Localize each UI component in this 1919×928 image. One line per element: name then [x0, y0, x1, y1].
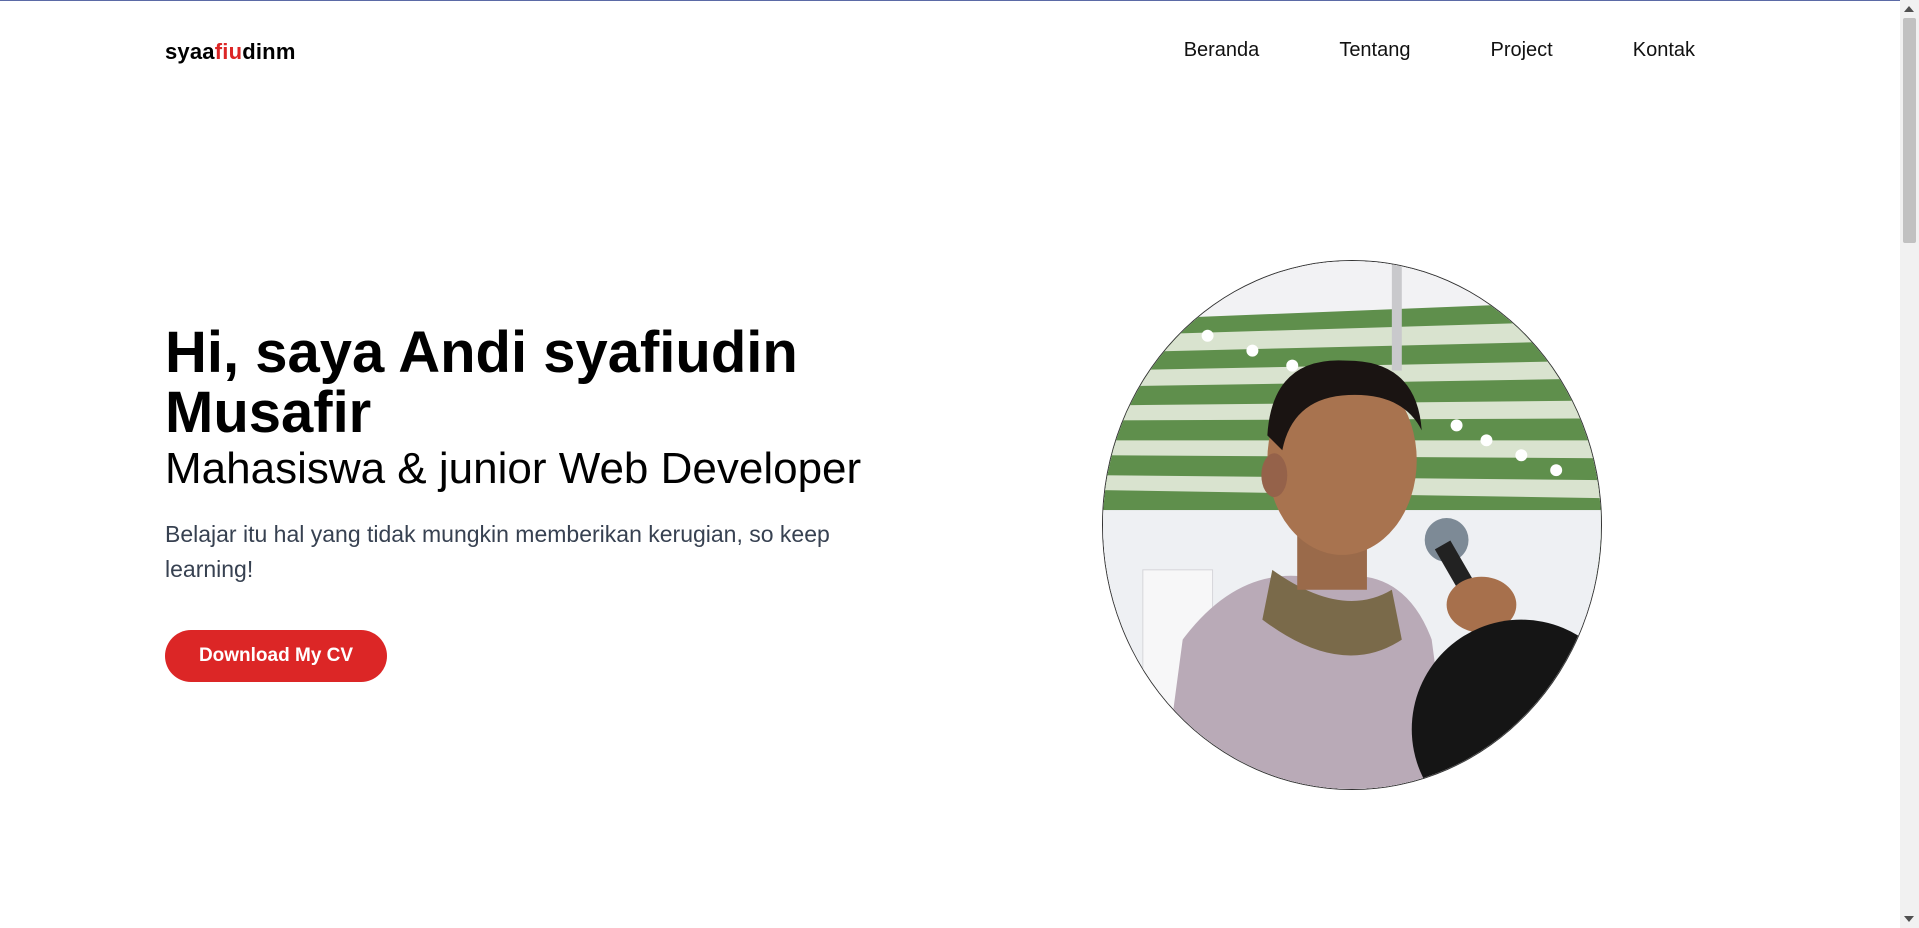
brand-text-part1: syaa	[165, 39, 215, 64]
hero-section: Hi, saya Andi syafiudin Musafir Mahasisw…	[165, 323, 925, 682]
hero-subtitle: Mahasiswa & junior Web Developer	[165, 444, 862, 493]
hero-title: Hi, saya Andi syafiudin Musafir	[165, 320, 798, 445]
nav-links: Beranda Tentang Project Kontak	[1184, 39, 1695, 62]
scroll-up-arrow-icon[interactable]	[1904, 6, 1914, 12]
nav-link-beranda[interactable]: Beranda	[1184, 39, 1260, 62]
hero-tagline: Belajar itu hal yang tidak mungkin membe…	[165, 521, 830, 582]
scrollbar-thumb[interactable]	[1903, 18, 1916, 243]
nav-link-kontak[interactable]: Kontak	[1633, 39, 1695, 62]
download-cv-button[interactable]: Download My CV	[165, 630, 387, 682]
scroll-down-arrow-icon[interactable]	[1904, 916, 1914, 922]
brand-text-accent: fiu	[214, 39, 243, 64]
brand-logo[interactable]: syaafiudinm	[165, 39, 296, 65]
nav-link-tentang[interactable]: Tentang	[1339, 39, 1410, 62]
page-scrollbar[interactable]	[1900, 0, 1919, 928]
profile-photo-image	[1103, 261, 1601, 789]
nav-link-project[interactable]: Project	[1490, 39, 1552, 62]
brand-text-part2: dinm	[242, 39, 296, 64]
profile-photo	[1102, 260, 1602, 790]
navbar: syaafiudinm Beranda Tentang Project Kont…	[0, 0, 1900, 100]
